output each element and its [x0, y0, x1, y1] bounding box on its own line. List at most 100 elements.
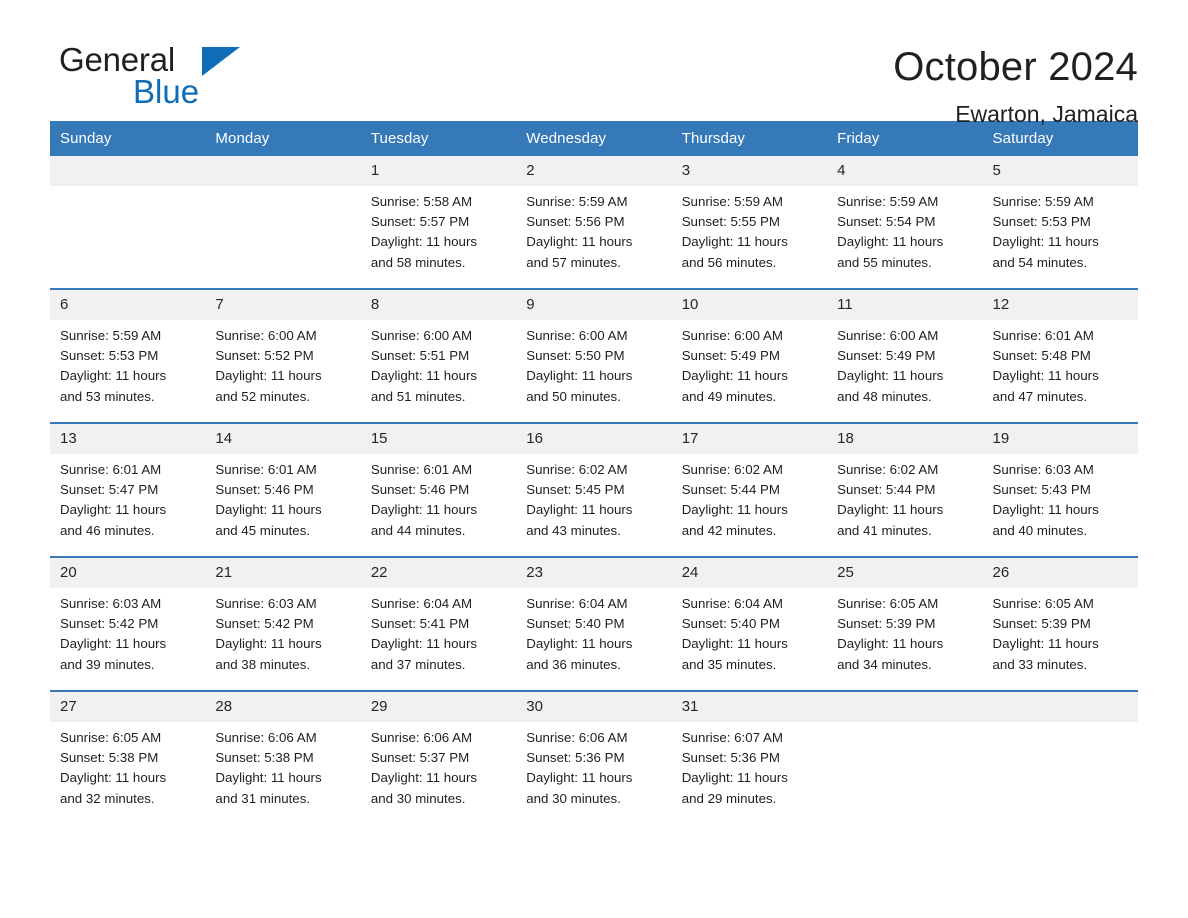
day-detail-line: Daylight: 11 hours [370, 636, 478, 652]
day-detail-line: Sunrise: 6:00 AM [526, 328, 628, 343]
calendar-day-cell[interactable]: 29 Sunrise: 6:06 AM Sunset: 5:37 PM Dayligh… [360, 690, 517, 810]
day-number: 6 [50, 290, 206, 320]
day-detail-line: Sunrise: 6:04 AM [681, 596, 783, 611]
day-details: Sunrise: 5:59 AM Sunset: 5:53 PM Daylight:… [983, 186, 1138, 273]
calendar-day-cell[interactable]: 14 Sunrise: 6:01 AM Sunset: 5:46 PM Dayligh… [205, 422, 361, 542]
day-detail-line: Daylight: 11 hours [526, 636, 633, 652]
week-spacer [50, 542, 1138, 557]
calendar-day-cell[interactable]: 2 Sunrise: 5:59 AM Sunset: 5:56 PM Daylight… [516, 156, 672, 274]
calendar-day-cell[interactable]: 18 Sunrise: 6:02 AM Sunset: 5:44 PM Dayligh… [827, 422, 983, 542]
day-detail-line: and 32 minutes. [60, 790, 155, 806]
day-detail-line: and 33 minutes. [992, 656, 1088, 672]
day-detail-line: Daylight: 11 hours [681, 234, 788, 250]
day-number: 29 [360, 692, 517, 722]
day-number [205, 156, 361, 186]
day-detail-line: Sunset: 5:39 PM [992, 616, 1091, 632]
calendar-day-cell[interactable]: 24 Sunrise: 6:04 AM Sunset: 5:40 PM Dayligh… [671, 556, 828, 676]
day-number: 7 [205, 290, 361, 320]
week-spacer-cell [50, 676, 1138, 691]
calendar-day-cell[interactable]: 9 Sunrise: 6:00 AM Sunset: 5:50 PM Daylight… [516, 288, 672, 408]
calendar-day-cell[interactable]: 5 Sunrise: 5:59 AM Sunset: 5:53 PM Daylight… [982, 156, 1138, 274]
day-detail-line: Daylight: 11 hours [60, 770, 167, 786]
page-subtitle: Ewarton, Jamaica [955, 101, 1138, 127]
day-number: 28 [205, 692, 361, 722]
calendar-day-cell[interactable]: 25 Sunrise: 6:05 AM Sunset: 5:39 PM Dayligh… [827, 556, 983, 676]
day-number: 21 [205, 558, 361, 588]
calendar-day-cell[interactable]: 13 Sunrise: 6:01 AM Sunset: 5:47 PM Dayligh… [50, 422, 206, 542]
day-details: Sunrise: 6:07 AM Sunset: 5:36 PM Daylight:… [672, 722, 827, 809]
calendar-day-cell[interactable]: 10 Sunrise: 6:00 AM Sunset: 5:49 PM Dayligh… [671, 288, 828, 408]
day-details: Sunrise: 5:59 AM Sunset: 5:56 PM Daylight:… [516, 186, 671, 273]
day-details: Sunrise: 6:01 AM Sunset: 5:46 PM Daylight:… [205, 454, 360, 541]
day-number [50, 156, 206, 186]
calendar-empty-cell [50, 156, 206, 274]
day-number: 24 [671, 558, 828, 588]
calendar-day-cell[interactable]: 3 Sunrise: 5:59 AM Sunset: 5:55 PM Daylight… [671, 156, 828, 274]
day-detail-line: and 54 minutes. [992, 254, 1088, 270]
calendar-day-cell[interactable]: 8 Sunrise: 6:00 AM Sunset: 5:51 PM Daylight… [360, 288, 517, 408]
calendar-day-cell[interactable]: 6 Sunrise: 5:59 AM Sunset: 5:53 PM Daylight… [50, 288, 206, 408]
calendar-day-cell[interactable]: 12 Sunrise: 6:01 AM Sunset: 5:48 PM Dayligh… [982, 288, 1138, 408]
day-detail-line: Sunset: 5:54 PM [837, 214, 936, 230]
day-number: 26 [982, 558, 1138, 588]
calendar-day-cell[interactable]: 30 Sunrise: 6:06 AM Sunset: 5:36 PM Dayligh… [516, 690, 672, 810]
day-detail-line: and 50 minutes. [526, 388, 621, 404]
day-detail-line: Sunset: 5:57 PM [370, 214, 470, 230]
day-details: Sunrise: 6:02 AM Sunset: 5:44 PM Daylight:… [672, 454, 827, 541]
calendar-page: General Blue October 2024 Ewarton, Jamai… [0, 0, 1188, 918]
day-detail-line: Sunset: 5:47 PM [60, 482, 159, 498]
page-header: General Blue October 2024 Ewarton, Jamai… [50, 0, 1138, 128]
day-detail-line: Sunset: 5:38 PM [215, 750, 314, 766]
day-detail-line: Sunrise: 6:05 AM [60, 730, 162, 745]
calendar-day-cell[interactable]: 7 Sunrise: 6:00 AM Sunset: 5:52 PM Daylight… [205, 288, 361, 408]
day-detail-line: and 39 minutes. [60, 656, 155, 672]
calendar-day-cell[interactable]: 19 Sunrise: 6:03 AM Sunset: 5:43 PM Dayligh… [982, 422, 1138, 542]
calendar-day-cell[interactable]: 17 Sunrise: 6:02 AM Sunset: 5:44 PM Dayligh… [671, 422, 828, 542]
day-details: Sunrise: 6:01 AM Sunset: 5:48 PM Daylight:… [983, 320, 1138, 407]
day-detail-line: and 37 minutes. [370, 656, 466, 672]
calendar-day-cell[interactable]: 23 Sunrise: 6:04 AM Sunset: 5:40 PM Dayligh… [516, 556, 672, 676]
day-detail-line: Sunset: 5:40 PM [526, 616, 625, 632]
day-details: Sunrise: 6:00 AM Sunset: 5:50 PM Daylight:… [516, 320, 671, 407]
day-detail-line: Daylight: 11 hours [837, 368, 944, 384]
day-number: 23 [516, 558, 672, 588]
calendar-day-cell[interactable]: 4 Sunrise: 5:59 AM Sunset: 5:54 PM Daylight… [827, 156, 983, 274]
day-number: 22 [360, 558, 517, 588]
day-detail-line: Sunrise: 6:00 AM [370, 328, 473, 343]
calendar-day-cell[interactable]: 16 Sunrise: 6:02 AM Sunset: 5:45 PM Dayligh… [516, 422, 672, 542]
calendar-day-cell[interactable]: 28 Sunrise: 6:06 AM Sunset: 5:38 PM Dayligh… [205, 690, 361, 810]
day-number: 30 [516, 692, 672, 722]
calendar-day-cell[interactable]: 20 Sunrise: 6:03 AM Sunset: 5:42 PM Dayligh… [50, 556, 206, 676]
day-detail-line: Daylight: 11 hours [60, 636, 167, 652]
day-number: 13 [50, 424, 206, 454]
day-detail-line: Daylight: 11 hours [681, 770, 788, 786]
calendar-day-cell[interactable]: 22 Sunrise: 6:04 AM Sunset: 5:41 PM Dayligh… [360, 556, 517, 676]
day-details: Sunrise: 6:06 AM Sunset: 5:36 PM Daylight:… [516, 722, 671, 809]
title-block: October 2024 Ewarton, Jamaica [893, 42, 1138, 129]
calendar-day-cell[interactable]: 31 Sunrise: 6:07 AM Sunset: 5:36 PM Dayligh… [671, 690, 828, 810]
day-detail-line: and 45 minutes. [215, 522, 311, 538]
day-detail-line: Sunset: 5:36 PM [526, 750, 625, 766]
day-detail-line: Sunset: 5:46 PM [370, 482, 470, 498]
calendar-day-cell[interactable]: 15 Sunrise: 6:01 AM Sunset: 5:46 PM Dayligh… [360, 422, 517, 542]
calendar-day-cell[interactable]: 27 Sunrise: 6:05 AM Sunset: 5:38 PM Dayligh… [50, 690, 206, 810]
calendar-day-cell[interactable]: 11 Sunrise: 6:00 AM Sunset: 5:49 PM Dayligh… [827, 288, 983, 408]
day-detail-line: Sunrise: 6:01 AM [60, 462, 162, 477]
day-detail-line: and 56 minutes. [681, 254, 777, 270]
day-detail-line: Daylight: 11 hours [681, 368, 788, 384]
day-detail-line: Sunset: 5:45 PM [526, 482, 625, 498]
calendar-day-cell[interactable]: 26 Sunrise: 6:05 AM Sunset: 5:39 PM Dayligh… [982, 556, 1138, 676]
day-details: Sunrise: 5:59 AM Sunset: 5:54 PM Daylight:… [827, 186, 982, 273]
day-detail-line: Sunrise: 6:03 AM [992, 462, 1094, 477]
day-detail-line: Daylight: 11 hours [837, 502, 944, 518]
calendar-day-cell[interactable]: 1 Sunrise: 5:58 AM Sunset: 5:57 PM Daylight… [360, 156, 517, 274]
day-detail-line: Sunrise: 5:59 AM [837, 194, 939, 209]
calendar-day-cell[interactable]: 21 Sunrise: 6:03 AM Sunset: 5:42 PM Dayligh… [205, 556, 361, 676]
day-detail-line: Sunset: 5:42 PM [60, 616, 159, 632]
day-detail-line: and 44 minutes. [370, 522, 466, 538]
day-detail-line: Sunset: 5:52 PM [215, 348, 314, 364]
day-number: 27 [50, 692, 206, 722]
day-number: 2 [516, 156, 672, 186]
calendar-week-row: 13 Sunrise: 6:01 AM Sunset: 5:47 PM Dayligh… [50, 422, 1138, 542]
day-detail-line: and 55 minutes. [837, 254, 932, 270]
